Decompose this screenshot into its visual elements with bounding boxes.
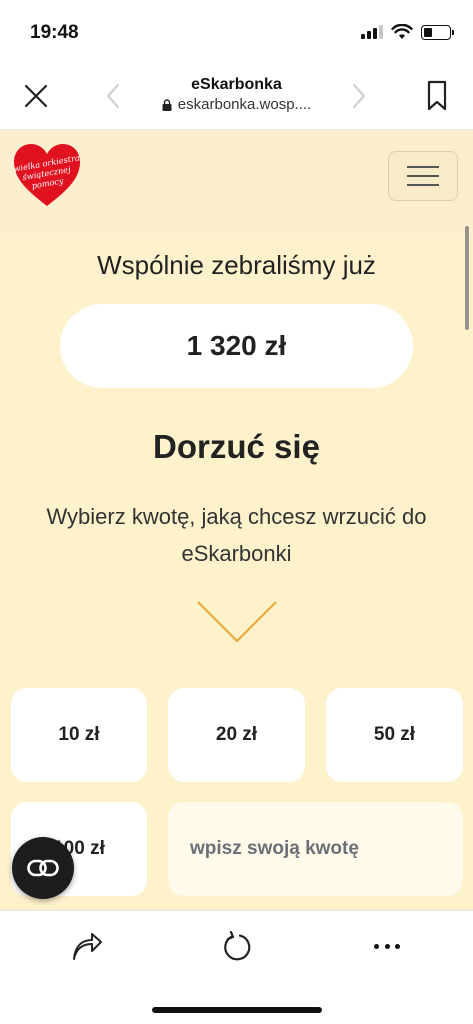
amount-option-10[interactable]: 10 zł (11, 688, 147, 782)
section-description: Wybierz kwotę, jaką chcesz wrzucić do eS… (46, 504, 427, 566)
bookmark-icon[interactable] (425, 80, 449, 112)
section-title: Dorzuć się (153, 428, 320, 465)
amount-option-50[interactable]: 50 zł (326, 688, 463, 782)
forward-arrow-icon[interactable] (348, 82, 370, 110)
custom-amount-input[interactable]: wpisz swoją kwotę (168, 802, 463, 896)
menu-line-icon (407, 175, 439, 177)
link-icon (27, 859, 59, 877)
battery-icon (421, 24, 454, 40)
scrollbar[interactable] (465, 226, 469, 330)
site-title: eSkarbonka (191, 76, 282, 93)
reload-icon[interactable] (221, 931, 253, 963)
collected-amount: 1 320 zł (60, 304, 413, 388)
chevron-down-icon[interactable] (196, 600, 278, 644)
amount-option-20[interactable]: 20 zł (168, 688, 305, 782)
site-header: wielka orkiestra świątecznej pomocy (0, 130, 473, 238)
bottom-toolbar (0, 910, 473, 1024)
menu-line-icon (407, 184, 439, 186)
donation-section: Wspólnie zebraliśmy już 1 320 zł Dorzuć … (0, 238, 473, 910)
link-share-button[interactable] (12, 837, 74, 899)
hamburger-menu-button[interactable] (388, 151, 458, 201)
web-page: wielka orkiestra świątecznej pomocy Wspó… (0, 130, 473, 910)
site-url[interactable]: eskarbonka.wosp.... (120, 96, 353, 113)
collected-label: Wspólnie zebraliśmy już (97, 250, 376, 280)
more-options-icon[interactable] (374, 941, 400, 951)
status-icons (361, 24, 454, 40)
status-bar: 19:48 (0, 0, 473, 64)
lock-icon (162, 98, 172, 111)
cellular-signal-icon (361, 25, 383, 39)
menu-line-icon (407, 166, 439, 168)
share-arrow-icon[interactable] (70, 931, 104, 963)
wosp-heart-logo[interactable]: wielka orkiestra świątecznej pomocy (12, 142, 82, 208)
browser-toolbar: eSkarbonka eskarbonka.wosp.... (0, 64, 473, 130)
close-icon[interactable] (22, 82, 50, 110)
status-time: 19:48 (30, 22, 79, 43)
home-indicator[interactable] (152, 1007, 322, 1013)
site-url-text: eskarbonka.wosp.... (177, 96, 312, 113)
wifi-icon (391, 24, 413, 39)
